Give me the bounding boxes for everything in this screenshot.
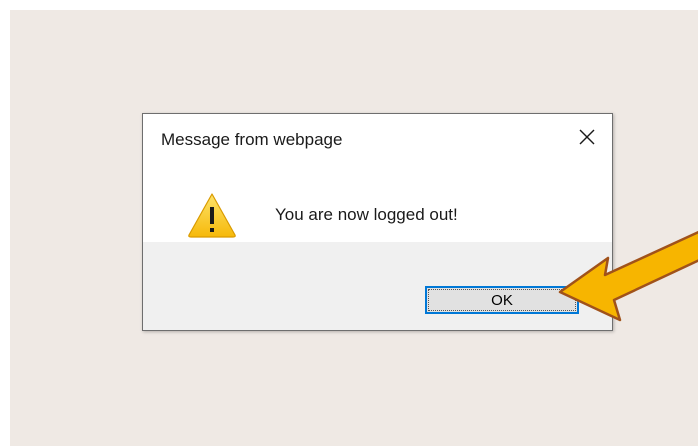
message-dialog: Message from webpage You are now logged … <box>142 113 613 331</box>
close-icon <box>579 129 595 145</box>
close-button[interactable] <box>570 122 604 152</box>
dialog-message: You are now logged out! <box>275 205 458 224</box>
ok-button-label: OK <box>491 291 513 309</box>
dialog-content: You are now logged out! <box>143 162 612 244</box>
warning-icon <box>188 193 236 238</box>
page-background: Message from webpage You are now logged … <box>10 10 698 446</box>
ok-button[interactable]: OK <box>425 286 579 314</box>
dialog-title: Message from webpage <box>161 130 343 149</box>
dialog-title-bar: Message from webpage <box>143 114 612 162</box>
dialog-footer: OK <box>143 242 612 330</box>
arrow-pointer-icon <box>558 230 698 322</box>
